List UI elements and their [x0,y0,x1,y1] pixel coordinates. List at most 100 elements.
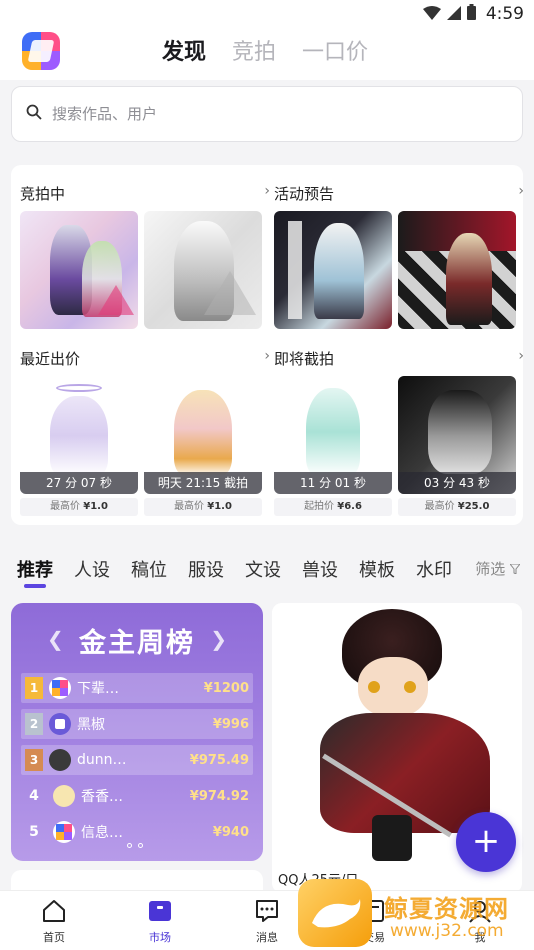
status-bar: 4:59 [0,0,534,28]
sponsor-name: 香香… [81,789,123,805]
avatar [49,749,71,771]
sponsor-amount: ¥940 [212,824,249,840]
filter-button[interactable]: 筛选 [467,558,522,579]
sponsor-name: 下辈… [77,681,119,697]
watermark-text: 鲸夏资源网 [384,895,509,923]
sponsor-name: 黑椒 [77,717,105,733]
feature-card: 竞拍中 › 活动预告 › 最近出价 › 27 分 07 秒 最高价 ¥1.0 明… [11,165,524,525]
ranking-row[interactable]: 2 黑椒 ¥996 [21,709,253,739]
status-time: 4:59 [485,4,524,24]
signal-icon [446,5,461,24]
price-label: 最高价 ¥25.0 [398,498,516,516]
price-label: 最高价 ¥1.0 [144,498,262,516]
thumb-row [20,211,262,329]
thumb-row [274,211,516,329]
carousel-dot [127,843,132,848]
ranking-row[interactable]: 4 香香… ¥974.92 [21,781,253,811]
countdown-label: 27 分 07 秒 [20,472,138,494]
nav-label: 首页 [43,931,65,944]
category-recommended[interactable]: 推荐 [17,556,53,582]
section-auctioning[interactable]: 竞拍中 › [20,183,270,333]
tab-discover[interactable]: 发现 [162,34,206,66]
add-post-button[interactable]: + [456,812,516,872]
auction-item[interactable]: 27 分 07 秒 最高价 ¥1.0 [20,376,138,516]
status-icons: 4:59 [422,4,524,24]
auction-item[interactable]: 03 分 43 秒 最高价 ¥25.0 [398,376,516,516]
event-poster[interactable] [274,211,392,329]
avatar [53,821,75,843]
search-icon [26,104,42,124]
auction-item[interactable]: 11 分 01 秒 起拍价 ¥6.6 [274,376,392,516]
silver-badge-icon: 2 [25,713,43,735]
whale-logo-icon [298,879,372,947]
price-label: 起拍价 ¥6.6 [274,498,392,516]
nav-label: 消息 [256,931,278,944]
avatar [49,677,71,699]
header-tabs: 发现 竞拍 一口价 [162,34,368,66]
category-watermark[interactable]: 水印 [416,556,452,582]
message-icon [227,897,307,925]
countdown-label: 03 分 43 秒 [398,472,516,494]
carousel-dot [138,843,143,848]
category-slot[interactable]: 稿位 [131,556,167,582]
category-outfit[interactable]: 服设 [188,556,224,582]
category-character[interactable]: 人设 [74,556,110,582]
tab-auction[interactable]: 竞拍 [232,34,276,66]
category-text-design[interactable]: 文设 [245,556,281,582]
nav-label: 市场 [149,931,171,944]
section-title: 活动预告 [274,185,335,203]
sponsor-name: 信息… [81,825,123,841]
nav-market[interactable]: 市场 [120,897,200,945]
avatar [53,785,75,807]
countdown-label: 明天 21:15 截拍 [144,472,262,494]
artwork-thumbnail[interactable] [144,211,262,329]
section-event-preview[interactable]: 活动预告 › [274,183,524,333]
category-tabs: 推荐 人设 稿位 服设 文设 兽设 模板 水印 筛选 [0,548,534,592]
search-bar[interactable] [11,86,523,142]
avatar [49,713,71,735]
home-icon [14,897,94,925]
section-ending-soon[interactable]: 即将截拍 › 11 分 01 秒 起拍价 ¥6.6 03 分 43 秒 最高价 … [274,348,524,518]
chevron-right-icon[interactable]: › [264,348,270,364]
artwork-thumbnail: 明天 21:15 截拍 [144,376,262,494]
chevron-right-icon[interactable]: › [264,183,270,199]
artwork-thumbnail[interactable] [20,211,138,329]
nav-messages[interactable]: 消息 [227,897,307,945]
site-watermark: 鲸夏资源网 www.j32.com [298,875,534,950]
artwork-thumbnail: 03 分 43 秒 [398,376,516,494]
nav-home[interactable]: 首页 [14,897,94,945]
bronze-badge-icon: 3 [25,749,43,771]
event-poster[interactable] [398,211,516,329]
search-input[interactable] [52,105,472,123]
chevron-right-icon[interactable]: › [518,348,524,364]
ranking-row[interactable]: 1 下辈… ¥1200 [21,673,253,703]
sponsor-amount: ¥1200 [203,680,249,696]
artwork-thumbnail: 11 分 01 秒 [274,376,392,494]
active-tab-indicator [24,584,46,588]
sponsor-name: dunn… [77,752,127,768]
section-recent-bids[interactable]: 最近出价 › 27 分 07 秒 最高价 ¥1.0 明天 21:15 截拍 最高… [20,348,270,518]
plus-icon: + [471,821,501,861]
sponsor-amount: ¥996 [212,716,249,732]
market-icon [120,897,200,925]
countdown-label: 11 分 01 秒 [274,472,392,494]
watermark-url: www.j32.com [390,921,504,941]
section-title: 即将截拍 [274,350,335,368]
tab-fixed-price[interactable]: 一口价 [302,34,368,66]
thumb-row: 11 分 01 秒 起拍价 ¥6.6 03 分 43 秒 最高价 ¥25.0 [274,376,516,516]
top-bar: 发现 竞拍 一口价 [0,28,534,80]
wifi-icon [422,5,441,24]
app-logo [22,32,60,70]
battery-icon [466,4,476,24]
rank-number: 4 [29,788,39,804]
weekly-sponsor-ranking[interactable]: ❮ 金主周榜 ❯ 1 下辈… ¥1200 2 黑椒 ¥996 3 dunn… ¥… [11,603,263,861]
chevron-right-icon[interactable]: › [518,183,524,199]
category-template[interactable]: 模板 [359,556,395,582]
filter-icon [508,560,522,578]
filter-label: 筛选 [475,560,506,578]
ranking-row[interactable]: 3 dunn… ¥975.49 [21,745,253,775]
auction-item[interactable]: 明天 21:15 截拍 最高价 ¥1.0 [144,376,262,516]
category-beast[interactable]: 兽设 [302,556,338,582]
gold-badge-icon: 1 [25,677,43,699]
sponsor-amount: ¥975.49 [189,752,249,768]
